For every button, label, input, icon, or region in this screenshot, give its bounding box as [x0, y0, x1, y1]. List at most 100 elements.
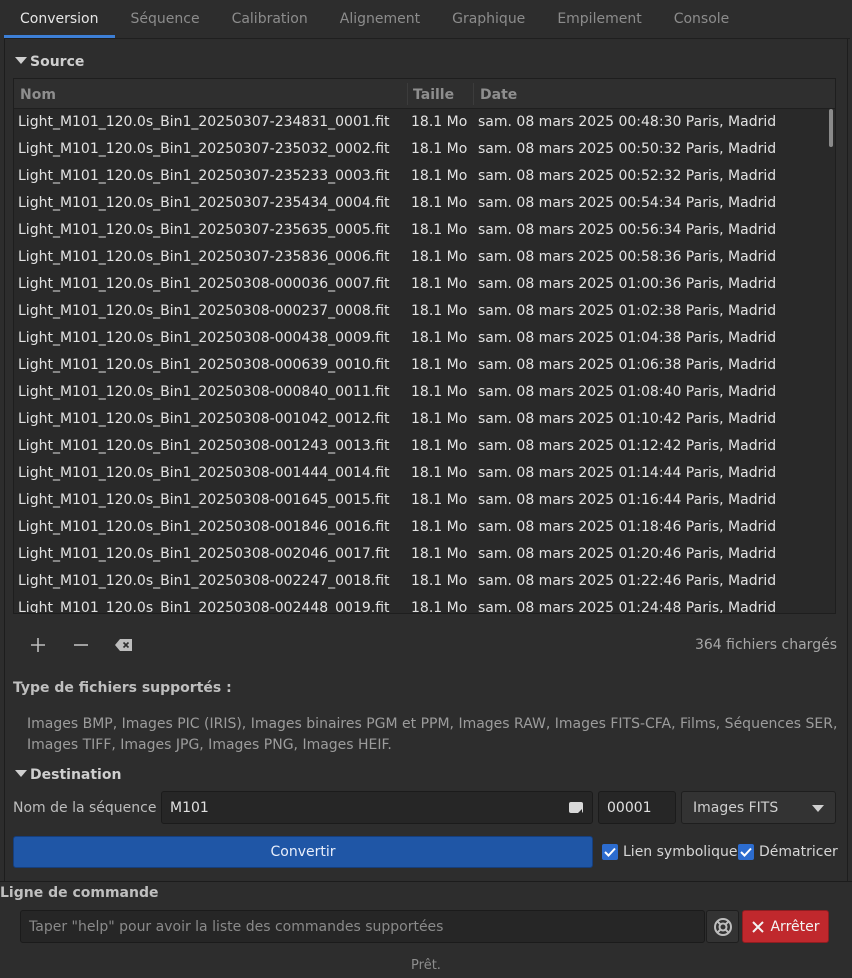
checkbox-box	[738, 844, 754, 860]
file-list-scrollbar[interactable]	[829, 109, 833, 147]
file-list-header: Nom Taille Date	[14, 79, 835, 109]
file-size-cell: 18.1 Mo	[411, 519, 468, 535]
command-input[interactable]: Taper "help" pour avoir la liste des com…	[20, 910, 705, 943]
clear-files-button[interactable]	[111, 633, 137, 657]
file-name-cell: Light_M101_120.0s_Bin1_20250307-235434_0…	[18, 195, 390, 211]
file-row[interactable]: Light_M101_120.0s_Bin1_20250307-235233_0…	[14, 163, 831, 190]
tab-sequence[interactable]: Séquence	[115, 0, 216, 38]
minus-icon	[74, 644, 88, 646]
file-name-cell: Light_M101_120.0s_Bin1_20250308-002247_0…	[18, 573, 390, 589]
source-expander[interactable]: Source	[15, 54, 84, 70]
supported-types-text: Images BMP, Images PIC (IRIS), Images bi…	[27, 716, 838, 753]
symlink-checkbox[interactable]: Lien symbolique	[602, 844, 737, 860]
file-date-cell: sam. 08 mars 2025 01:16:44 Paris, Madrid	[478, 492, 777, 508]
file-size-cell: 18.1 Mo	[411, 141, 468, 157]
sequence-name-label: Nom de la séquence :	[13, 800, 166, 816]
file-row[interactable]: Light_M101_120.0s_Bin1_20250308-002448_0…	[14, 595, 831, 614]
file-row[interactable]: Light_M101_120.0s_Bin1_20250307-235032_0…	[14, 136, 831, 163]
help-button[interactable]	[706, 910, 739, 943]
source-file-list[interactable]: Nom Taille Date Light_M101_120.0s_Bin1_2…	[13, 78, 836, 614]
file-name-cell: Light_M101_120.0s_Bin1_20250307-235635_0…	[18, 222, 390, 238]
check-icon	[604, 847, 616, 857]
tab-graphique[interactable]: Graphique	[436, 0, 541, 38]
column-header-name[interactable]: Nom	[20, 87, 56, 103]
clear-icon	[115, 639, 132, 651]
file-size-cell: 18.1 Mo	[411, 411, 468, 427]
tab-conversion[interactable]: Conversion	[4, 0, 115, 38]
output-format-value: Images FITS	[693, 799, 779, 816]
file-row[interactable]: Light_M101_120.0s_Bin1_20250308-002046_0…	[14, 541, 831, 568]
file-name-cell: Light_M101_120.0s_Bin1_20250308-001645_0…	[18, 492, 390, 508]
check-icon	[740, 847, 752, 857]
tab-calibration[interactable]: Calibration	[216, 0, 324, 38]
convert-button[interactable]: Convertir	[13, 836, 593, 868]
tab-alignement[interactable]: Alignement	[324, 0, 436, 38]
stop-button[interactable]: Arrêter	[742, 910, 829, 943]
sequence-name-input[interactable]: M101	[161, 791, 593, 824]
file-row[interactable]: Light_M101_120.0s_Bin1_20250307-235635_0…	[14, 217, 831, 244]
plus-icon	[31, 638, 45, 652]
file-date-cell: sam. 08 mars 2025 00:58:36 Paris, Madrid	[478, 249, 777, 265]
add-files-button[interactable]	[25, 633, 51, 657]
file-size-cell: 18.1 Mo	[411, 357, 468, 373]
file-row[interactable]: Light_M101_120.0s_Bin1_20250308-001243_0…	[14, 433, 831, 460]
remove-files-button[interactable]	[68, 633, 94, 657]
tab-console[interactable]: Console	[658, 0, 746, 38]
file-name-cell: Light_M101_120.0s_Bin1_20250307-234831_0…	[18, 114, 390, 130]
file-size-cell: 18.1 Mo	[411, 546, 468, 562]
file-row[interactable]: Light_M101_120.0s_Bin1_20250308-000639_0…	[14, 352, 831, 379]
column-separator	[473, 83, 474, 105]
file-date-cell: sam. 08 mars 2025 01:02:38 Paris, Madrid	[478, 303, 777, 319]
file-date-cell: sam. 08 mars 2025 00:50:32 Paris, Madrid	[478, 141, 777, 157]
sequence-name-value: M101	[170, 799, 209, 816]
file-row[interactable]: Light_M101_120.0s_Bin1_20250308-001846_0…	[14, 514, 831, 541]
destination-expander[interactable]: Destination	[15, 767, 121, 783]
file-name-cell: Light_M101_120.0s_Bin1_20250308-000840_0…	[18, 384, 390, 400]
file-row[interactable]: Light_M101_120.0s_Bin1_20250307-235434_0…	[14, 190, 831, 217]
column-header-size[interactable]: Taille	[413, 87, 454, 103]
stop-x-icon	[752, 920, 765, 933]
sequence-index-input[interactable]: 00001	[598, 791, 676, 824]
file-name-cell: Light_M101_120.0s_Bin1_20250308-001042_0…	[18, 411, 390, 427]
file-row[interactable]: Light_M101_120.0s_Bin1_20250308-000438_0…	[14, 325, 831, 352]
file-row[interactable]: Light_M101_120.0s_Bin1_20250308-000036_0…	[14, 271, 831, 298]
debayer-checkbox[interactable]: Dématricer	[738, 844, 838, 860]
file-name-cell: Light_M101_120.0s_Bin1_20250308-001444_0…	[18, 465, 390, 481]
file-name-cell: Light_M101_120.0s_Bin1_20250308-002448_0…	[18, 600, 390, 614]
file-name-cell: Light_M101_120.0s_Bin1_20250308-000438_0…	[18, 330, 390, 346]
file-size-cell: 18.1 Mo	[411, 573, 468, 589]
column-header-date[interactable]: Date	[480, 87, 517, 103]
file-name-cell: Light_M101_120.0s_Bin1_20250307-235836_0…	[18, 249, 390, 265]
tab-empilement[interactable]: Empilement	[541, 0, 657, 38]
file-size-cell: 18.1 Mo	[411, 114, 468, 130]
output-format-select[interactable]: Images FITS	[681, 791, 836, 824]
file-size-cell: 18.1 Mo	[411, 276, 468, 292]
file-row[interactable]: Light_M101_120.0s_Bin1_20250307-235836_0…	[14, 244, 831, 271]
column-separator	[407, 83, 408, 105]
file-name-cell: Light_M101_120.0s_Bin1_20250308-000237_0…	[18, 303, 390, 319]
file-row[interactable]: Light_M101_120.0s_Bin1_20250308-002247_0…	[14, 568, 831, 595]
file-name-cell: Light_M101_120.0s_Bin1_20250308-001846_0…	[18, 519, 390, 535]
file-row[interactable]: Light_M101_120.0s_Bin1_20250308-000840_0…	[14, 379, 831, 406]
file-name-cell: Light_M101_120.0s_Bin1_20250308-000639_0…	[18, 357, 390, 373]
clear-entry-icon[interactable]	[569, 802, 583, 814]
file-row[interactable]: Light_M101_120.0s_Bin1_20250308-001645_0…	[14, 487, 831, 514]
file-size-cell: 18.1 Mo	[411, 492, 468, 508]
file-name-cell: Light_M101_120.0s_Bin1_20250308-000036_0…	[18, 276, 390, 292]
file-date-cell: sam. 08 mars 2025 01:22:46 Paris, Madrid	[478, 573, 777, 589]
symlink-label: Lien symbolique	[623, 844, 738, 860]
file-date-cell: sam. 08 mars 2025 00:54:34 Paris, Madrid	[478, 195, 777, 211]
file-size-cell: 18.1 Mo	[411, 303, 468, 319]
file-date-cell: sam. 08 mars 2025 00:56:34 Paris, Madrid	[478, 222, 777, 238]
file-row[interactable]: Light_M101_120.0s_Bin1_20250307-234831_0…	[14, 109, 831, 136]
file-size-cell: 18.1 Mo	[411, 195, 468, 211]
file-name-cell: Light_M101_120.0s_Bin1_20250307-235032_0…	[18, 141, 390, 157]
file-size-cell: 18.1 Mo	[411, 384, 468, 400]
file-row[interactable]: Light_M101_120.0s_Bin1_20250308-001444_0…	[14, 460, 831, 487]
file-name-cell: Light_M101_120.0s_Bin1_20250308-002046_0…	[18, 546, 390, 562]
file-row[interactable]: Light_M101_120.0s_Bin1_20250308-001042_0…	[14, 406, 831, 433]
file-rows: Light_M101_120.0s_Bin1_20250307-234831_0…	[14, 109, 831, 614]
notebook-tabs: Conversion Séquence Calibration Alignement G…	[4, 0, 850, 39]
expander-arrow-icon	[15, 770, 27, 777]
file-row[interactable]: Light_M101_120.0s_Bin1_20250308-000237_0…	[14, 298, 831, 325]
